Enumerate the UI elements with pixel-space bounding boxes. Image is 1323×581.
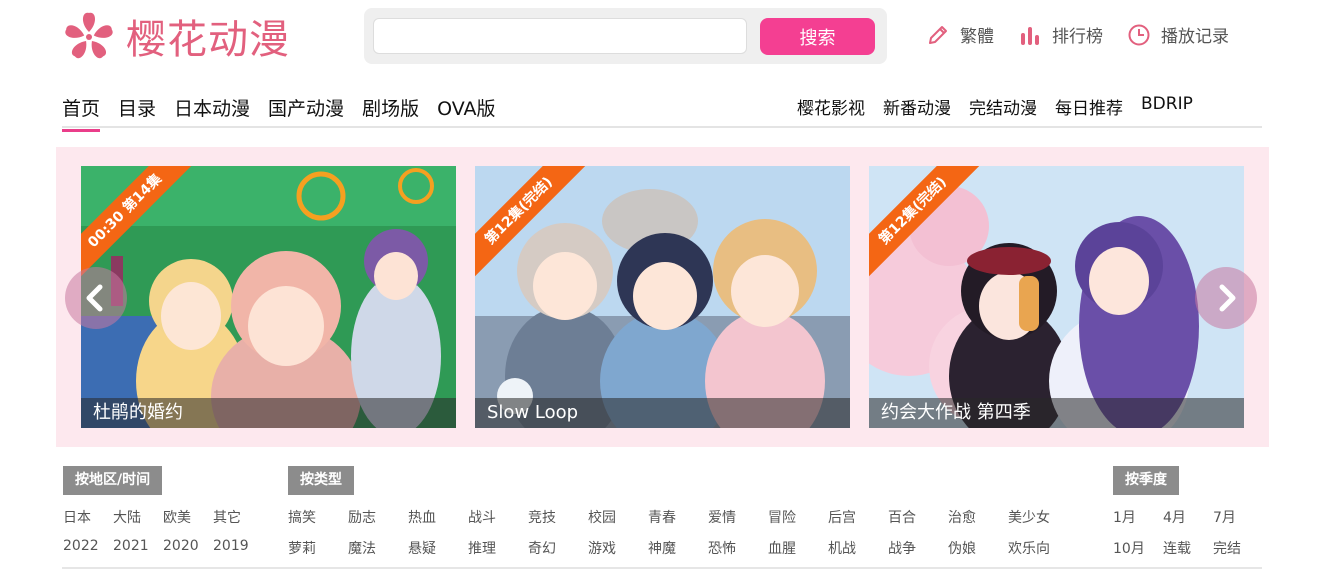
filter-link[interactable]: 战斗	[468, 507, 528, 527]
clock-icon	[1128, 24, 1150, 45]
filter-link[interactable]: 爱情	[708, 507, 768, 527]
season-filter: 按季度 1月 4月 7月 10月 连载 完结	[1113, 466, 1263, 558]
filter-link[interactable]: 大陆	[113, 507, 163, 527]
filter-link[interactable]: 热血	[408, 507, 468, 527]
search-input[interactable]	[373, 18, 747, 54]
history-link[interactable]: 播放记录	[1127, 22, 1229, 47]
nav-completed[interactable]: 完结动漫	[969, 94, 1037, 119]
filter-link[interactable]: 4月	[1163, 507, 1213, 527]
secondary-nav: 樱花影视 新番动漫 完结动漫 每日推荐 BDRIP	[797, 94, 1211, 119]
filter-link[interactable]: 战争	[888, 538, 948, 558]
filter-link[interactable]: 游戏	[588, 538, 648, 558]
filter-link[interactable]: 2020	[163, 538, 213, 554]
nav-divider	[62, 126, 1262, 128]
filter-row: 萝莉 魔法 悬疑 推理 奇幻 游戏 神魔 恐怖 血腥 机战 战争 伪娘 欢乐向	[288, 538, 1068, 558]
filter-row: 日本 大陆 欧美 其它	[63, 507, 263, 527]
nav-bdrip[interactable]: BDRIP	[1141, 94, 1193, 119]
filter-link[interactable]: 悬疑	[408, 538, 468, 558]
filter-link[interactable]: 2019	[213, 538, 263, 554]
filter-link[interactable]: 欢乐向	[1008, 538, 1068, 558]
filter-link[interactable]: 其它	[213, 507, 263, 527]
filter-link[interactable]: 1月	[1113, 507, 1163, 527]
filter-link[interactable]: 7月	[1213, 507, 1263, 527]
slide-title: 约会大作战 第四季	[869, 398, 1244, 428]
site-name: 樱花动漫	[126, 17, 290, 63]
top-links: 繁體 排行榜 播放记录	[926, 22, 1253, 47]
filter-link[interactable]: 治愈	[948, 507, 1008, 527]
section-divider	[62, 567, 1262, 569]
sakura-flower-icon	[65, 12, 113, 59]
genre-filter: 按类型 搞笑 励志 热血 战斗 竞技 校园 青春 爱情 冒险 后宫 百合 治愈 美少女 萝莉 魔法 悬疑 推理…	[288, 466, 1068, 558]
season-filter-title: 按季度	[1113, 466, 1179, 495]
filter-link[interactable]: 10月	[1113, 538, 1163, 558]
filter-link[interactable]: 连载	[1163, 538, 1213, 558]
filter-row: 10月 连载 完结	[1113, 538, 1263, 558]
filter-link[interactable]: 青春	[648, 507, 708, 527]
filter-link[interactable]: 机战	[828, 538, 888, 558]
nav-new-season[interactable]: 新番动漫	[883, 94, 951, 119]
carousel-slide[interactable]: 第12集(完结) Slow Loop	[475, 166, 850, 428]
slide-title: 杜鹃的婚约	[81, 398, 456, 428]
search-bar: 搜索	[364, 8, 887, 64]
filter-link[interactable]: 完结	[1213, 538, 1263, 558]
ranking-link[interactable]: 排行榜	[1018, 22, 1103, 47]
history-label: 播放记录	[1161, 27, 1229, 47]
filter-link[interactable]: 冒险	[768, 507, 828, 527]
carousel-next-button[interactable]	[1195, 267, 1257, 329]
filter-link[interactable]: 后宫	[828, 507, 888, 527]
chevron-left-icon	[86, 284, 103, 312]
traditional-chinese-label: 繁體	[960, 27, 994, 47]
genre-filter-title: 按类型	[288, 466, 354, 495]
carousel-slide[interactable]: 00:30 第14集 杜鹃的婚约	[81, 166, 456, 428]
filter-link[interactable]: 恐怖	[708, 538, 768, 558]
filter-link[interactable]: 萝莉	[288, 538, 348, 558]
region-filter: 按地区/时间 日本 大陆 欧美 其它 2022 2021 2020 2019	[63, 466, 263, 554]
slide-title: Slow Loop	[475, 398, 850, 428]
filter-link[interactable]: 2022	[63, 538, 113, 554]
filter-link[interactable]: 2021	[113, 538, 163, 554]
filter-link[interactable]: 血腥	[768, 538, 828, 558]
filter-link[interactable]: 搞笑	[288, 507, 348, 527]
carousel-prev-button[interactable]	[65, 267, 127, 329]
filter-link[interactable]: 伪娘	[948, 538, 1008, 558]
filter-row: 1月 4月 7月	[1113, 507, 1263, 527]
site-logo[interactable]: 樱花动漫	[62, 8, 290, 64]
carousel-slide[interactable]: 第12集(完结) 约会大作战 第四季	[869, 166, 1244, 428]
filter-link[interactable]: 欧美	[163, 507, 213, 527]
filter-link[interactable]: 竞技	[528, 507, 588, 527]
filter-link[interactable]: 奇幻	[528, 538, 588, 558]
filter-link[interactable]: 校园	[588, 507, 648, 527]
filter-link[interactable]: 百合	[888, 507, 948, 527]
filter-row: 搞笑 励志 热血 战斗 竞技 校园 青春 爱情 冒险 后宫 百合 治愈 美少女	[288, 507, 1068, 527]
filter-link[interactable]: 神魔	[648, 538, 708, 558]
filter-row: 2022 2021 2020 2019	[63, 538, 263, 554]
bar-chart-icon	[1021, 26, 1039, 45]
pencil-icon	[929, 25, 947, 44]
filter-link[interactable]: 推理	[468, 538, 528, 558]
search-button[interactable]: 搜索	[760, 18, 875, 55]
nav-sakura-video[interactable]: 樱花影视	[797, 94, 865, 119]
chevron-right-icon	[1219, 284, 1236, 312]
filter-link[interactable]: 励志	[348, 507, 408, 527]
filter-link[interactable]: 美少女	[1008, 507, 1068, 527]
nav-daily-picks[interactable]: 每日推荐	[1055, 94, 1123, 119]
featured-carousel: 00:30 第14集 杜鹃的婚约 第12集(完结) Slow Loop 第12集…	[56, 147, 1269, 447]
filter-link[interactable]: 魔法	[348, 538, 408, 558]
traditional-chinese-link[interactable]: 繁體	[926, 22, 994, 47]
filter-link[interactable]: 日本	[63, 507, 113, 527]
region-filter-title: 按地区/时间	[63, 466, 163, 495]
ranking-label: 排行榜	[1052, 27, 1103, 47]
